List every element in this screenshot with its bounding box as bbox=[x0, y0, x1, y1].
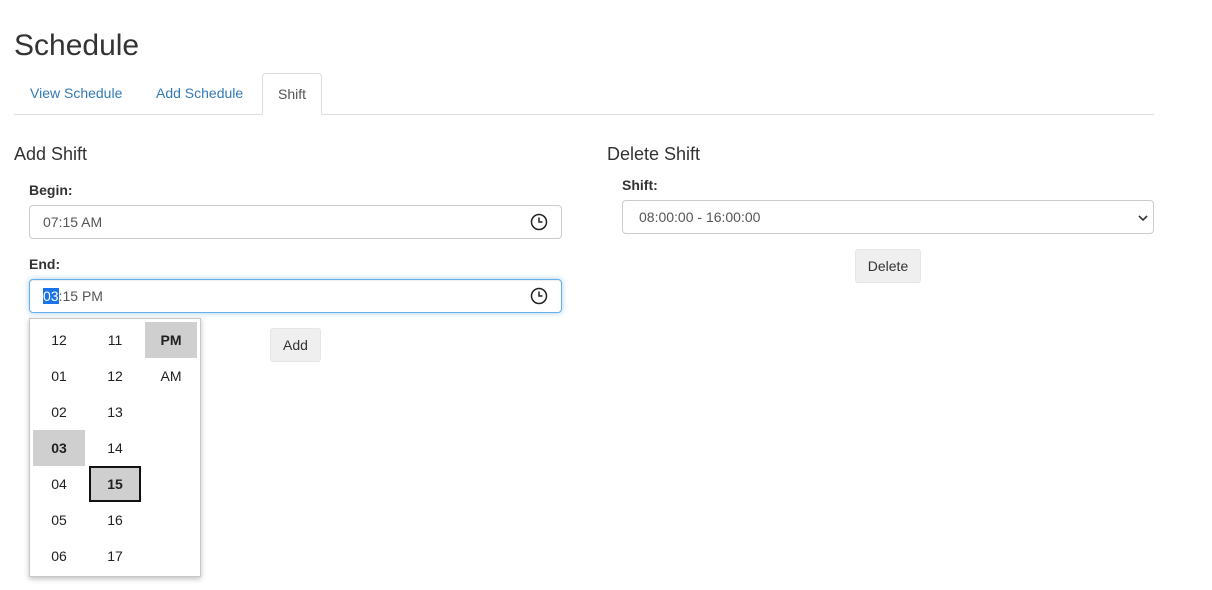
end-period-segment[interactable]: PM bbox=[82, 288, 103, 304]
shift-select[interactable]: 08:00:00 - 16:00:00 bbox=[622, 200, 1154, 234]
hour-option[interactable]: 04 bbox=[33, 466, 85, 502]
begin-period-segment[interactable]: AM bbox=[81, 214, 102, 230]
minute-option[interactable]: 17 bbox=[89, 538, 141, 574]
period-option-selected[interactable]: PM bbox=[145, 322, 197, 358]
period-column: PM AM bbox=[145, 322, 197, 394]
minute-option[interactable]: 13 bbox=[89, 394, 141, 430]
begin-time-input[interactable]: 07:15 AM bbox=[29, 205, 562, 239]
hour-option[interactable]: 06 bbox=[33, 538, 85, 574]
period-option[interactable]: AM bbox=[145, 358, 197, 394]
end-time-input[interactable]: 03:15 PM bbox=[29, 279, 562, 313]
tab-shift[interactable]: Shift bbox=[262, 73, 322, 115]
minute-column: 11 12 13 14 15 16 17 bbox=[89, 322, 141, 574]
delete-shift-title: Delete Shift bbox=[607, 144, 701, 164]
begin-hour-segment[interactable]: 07 bbox=[43, 214, 59, 230]
hour-option-selected[interactable]: 03 bbox=[33, 430, 85, 466]
tab-bar: View Schedule Add Schedule Shift bbox=[14, 73, 1154, 115]
minute-option[interactable]: 11 bbox=[89, 322, 141, 358]
hour-column: 12 01 02 03 04 05 06 bbox=[33, 322, 85, 574]
shift-label: Shift: bbox=[622, 177, 658, 193]
hour-option[interactable]: 05 bbox=[33, 502, 85, 538]
clock-icon[interactable] bbox=[530, 287, 548, 305]
delete-button[interactable]: Delete bbox=[855, 249, 921, 283]
end-minute-segment[interactable]: 15 bbox=[62, 288, 78, 304]
clock-icon[interactable] bbox=[530, 213, 548, 231]
minute-option[interactable]: 12 bbox=[89, 358, 141, 394]
tab-add-schedule[interactable]: Add Schedule bbox=[141, 73, 258, 114]
hour-option[interactable]: 12 bbox=[33, 322, 85, 358]
begin-label: Begin: bbox=[29, 182, 73, 198]
add-button[interactable]: Add bbox=[270, 328, 321, 362]
end-hour-segment[interactable]: 03 bbox=[43, 288, 59, 304]
tab-view-schedule[interactable]: View Schedule bbox=[15, 73, 137, 114]
time-picker-dropdown: 12 01 02 03 04 05 06 11 12 13 14 15 16 1… bbox=[29, 318, 201, 577]
minute-option[interactable]: 14 bbox=[89, 430, 141, 466]
hour-option[interactable]: 02 bbox=[33, 394, 85, 430]
shift-select-value: 08:00:00 - 16:00:00 bbox=[639, 209, 761, 225]
end-label: End: bbox=[29, 256, 61, 272]
chevron-down-icon bbox=[1138, 215, 1148, 222]
begin-minute-segment[interactable]: 15 bbox=[62, 214, 78, 230]
add-shift-title: Add Shift bbox=[14, 144, 88, 164]
hour-option[interactable]: 01 bbox=[33, 358, 85, 394]
page-title: Schedule bbox=[14, 29, 140, 62]
minute-option-selected[interactable]: 15 bbox=[89, 466, 141, 502]
minute-option[interactable]: 16 bbox=[89, 502, 141, 538]
